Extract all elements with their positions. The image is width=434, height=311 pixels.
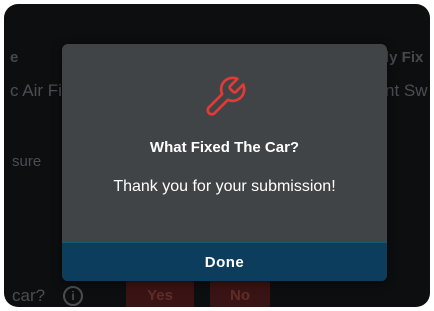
dialog-message: Thank you for your submission! [113,178,336,195]
done-button[interactable]: Done [62,242,387,281]
column-header-right: ly Fix [385,49,424,66]
info-icon[interactable]: i [63,286,83,306]
no-button[interactable]: No [210,279,270,307]
confirmation-dialog: What Fixed The Car? Thank you for your s… [62,44,387,281]
wrench-icon [202,74,248,120]
fix-option-pressure[interactable]: sure [12,154,41,169]
fix-option-right[interactable]: nt Sw [385,82,428,99]
question-label: car? [12,286,46,305]
fix-option-left[interactable]: c Air Fi [10,82,62,99]
column-header-left: e [10,49,19,66]
app-screen: e ly Fix c Air Fi nt Sw sure car? i Yes … [4,4,430,307]
dialog-title: What Fixed The Car? [149,139,300,156]
yes-button[interactable]: Yes [126,279,194,307]
